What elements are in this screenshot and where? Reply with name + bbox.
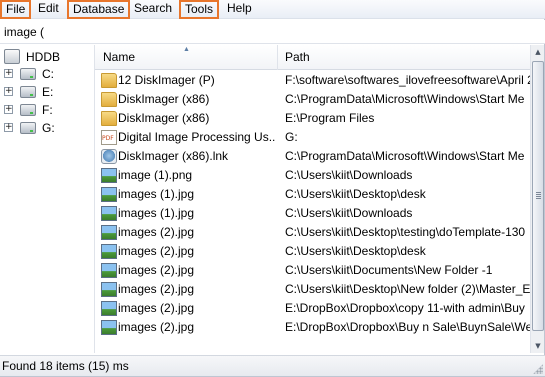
image-file-icon xyxy=(101,282,117,297)
menu-search[interactable]: Search xyxy=(130,0,176,19)
app-window: File Edit Database Search Tools Help HDD… xyxy=(0,0,545,377)
drive-icon xyxy=(20,122,36,134)
hard-disk-icon xyxy=(4,49,20,64)
system-drive-icon xyxy=(20,68,36,80)
resize-grip-icon[interactable] xyxy=(533,364,543,374)
row-path: E:\DropBox\Dropbox\Buy n Sale\BuynSale\W… xyxy=(285,320,530,334)
row-name: images (1).jpg xyxy=(118,206,195,220)
column-path-label: Path xyxy=(285,50,310,64)
image-file-icon xyxy=(101,263,117,278)
row-name: image (1).png xyxy=(118,168,193,182)
row-name: DiskImager (x86).lnk xyxy=(118,149,229,163)
pdf-icon xyxy=(101,130,117,145)
drive-icon xyxy=(20,104,36,116)
row-path: C:\Users\kiit\Desktop\New folder (2)\Mas… xyxy=(285,282,530,296)
drive-tree: HDDB + C: + E: + F: + G: xyxy=(0,45,93,355)
table-row[interactable]: images (1).jpg C:\Users\kiit\Desktop\des… xyxy=(95,185,530,204)
column-name-label: Name xyxy=(103,50,136,64)
row-path: F:\software\softwares_ilovefreesoftware\… xyxy=(285,73,530,87)
menu-tools[interactable]: Tools xyxy=(179,0,220,19)
status-text: Found 18 items (15) ms xyxy=(2,359,129,373)
menu-database[interactable]: Database xyxy=(67,0,131,19)
scroll-down-arrow-icon[interactable]: ▼ xyxy=(531,339,545,353)
table-row[interactable]: image (1).png C:\Users\kiit\Downloads xyxy=(95,166,530,185)
tree-item-label: F: xyxy=(42,103,53,117)
folder-icon xyxy=(101,111,117,126)
status-bar: Found 18 items (15) ms xyxy=(0,355,545,376)
search-input[interactable] xyxy=(4,22,534,42)
grip-icon xyxy=(536,192,541,193)
image-file-icon xyxy=(101,244,117,259)
tree-root-label: HDDB xyxy=(26,50,61,64)
menu-file[interactable]: File xyxy=(0,0,32,19)
table-row[interactable]: images (2).jpg C:\Users\kiit\Documents\N… xyxy=(95,261,530,280)
column-header-name[interactable]: Name ▲ xyxy=(95,45,278,70)
tree-item-label: E: xyxy=(42,85,54,99)
row-name: images (2).jpg xyxy=(118,301,195,315)
image-file-icon xyxy=(101,168,117,183)
row-name: DiskImager (x86) xyxy=(118,111,210,125)
row-path: E:\Program Files xyxy=(285,111,375,125)
search-bar xyxy=(0,20,545,44)
row-path: C:\Users\kiit\Desktop\testing\doTemplate… xyxy=(285,225,526,239)
row-path: C:\Users\kiit\Downloads xyxy=(285,206,413,220)
menu-edit[interactable]: Edit xyxy=(34,0,63,19)
image-file-icon xyxy=(101,187,117,202)
expand-icon[interactable]: + xyxy=(4,105,13,114)
row-path: C:\Users\kiit\Desktop\desk xyxy=(285,187,426,201)
menu-bar: File Edit Database Search Tools Help xyxy=(0,0,545,19)
table-row[interactable]: DiskImager (x86).lnk C:\ProgramData\Micr… xyxy=(95,147,530,166)
results-list: Name ▲ Path 12 DiskImager (P) F:\softwar… xyxy=(94,45,530,353)
table-row[interactable]: DiskImager (x86) E:\Program Files xyxy=(95,109,530,128)
row-name: DiskImager (x86) xyxy=(118,92,210,106)
shortcut-icon xyxy=(101,149,117,164)
row-path: E:\DropBox\Dropbox\copy 11-with admin\Bu… xyxy=(285,301,525,315)
expand-icon[interactable]: + xyxy=(4,69,13,78)
menu-help[interactable]: Help xyxy=(223,0,256,19)
row-path: G: xyxy=(285,130,298,144)
image-file-icon xyxy=(101,225,117,240)
row-name: images (2).jpg xyxy=(118,320,195,334)
scroll-up-arrow-icon[interactable]: ▲ xyxy=(531,45,545,59)
tree-item-label: C: xyxy=(42,67,54,81)
row-name: images (2).jpg xyxy=(118,282,195,296)
row-name: Digital Image Processing Us... xyxy=(118,130,276,144)
expand-icon[interactable]: + xyxy=(4,87,13,96)
table-row[interactable]: images (2).jpg C:\Users\kiit\Desktop\New… xyxy=(95,280,530,299)
row-name: 12 DiskImager (P) xyxy=(118,73,215,87)
table-row[interactable]: images (2).jpg E:\DropBox\Dropbox\Buy n … xyxy=(95,318,530,337)
sort-ascending-icon: ▲ xyxy=(183,46,190,53)
table-row[interactable]: images (1).jpg C:\Users\kiit\Downloads xyxy=(95,204,530,223)
scrollbar-thumb[interactable] xyxy=(532,61,544,331)
table-row[interactable]: images (2).jpg C:\Users\kiit\Desktop\des… xyxy=(95,242,530,261)
image-file-icon xyxy=(101,320,117,335)
image-file-icon xyxy=(101,206,117,221)
row-name: images (2).jpg xyxy=(118,244,195,258)
folder-icon xyxy=(101,92,117,107)
row-path: C:\ProgramData\Microsoft\Windows\Start M… xyxy=(285,92,525,106)
tree-item-label: G: xyxy=(42,121,55,135)
table-row[interactable]: 12 DiskImager (P) F:\software\softwares_… xyxy=(95,71,530,90)
table-row[interactable]: images (2).jpg C:\Users\kiit\Desktop\tes… xyxy=(95,223,530,242)
row-path: C:\Users\kiit\Desktop\desk xyxy=(285,244,426,258)
table-row[interactable]: Digital Image Processing Us... G: xyxy=(95,128,530,147)
row-path: C:\Users\kiit\Documents\New Folder -1 xyxy=(285,263,493,277)
expand-icon[interactable]: + xyxy=(4,123,13,132)
row-path: C:\Users\kiit\Downloads xyxy=(285,168,413,182)
table-row[interactable]: DiskImager (x86) C:\ProgramData\Microsof… xyxy=(95,90,530,109)
vertical-scrollbar[interactable]: ▲ ▼ xyxy=(530,45,544,353)
column-header-path[interactable]: Path xyxy=(279,45,530,70)
drive-icon xyxy=(20,86,36,98)
row-name: images (2).jpg xyxy=(118,225,195,239)
folder-icon xyxy=(101,73,117,88)
row-path: C:\ProgramData\Microsoft\Windows\Start M… xyxy=(285,149,525,163)
row-name: images (1).jpg xyxy=(118,187,195,201)
image-file-icon xyxy=(101,301,117,316)
row-name: images (2).jpg xyxy=(118,263,195,277)
table-row[interactable]: images (2).jpg E:\DropBox\Dropbox\copy 1… xyxy=(95,299,530,318)
list-header: Name ▲ Path xyxy=(95,45,530,70)
